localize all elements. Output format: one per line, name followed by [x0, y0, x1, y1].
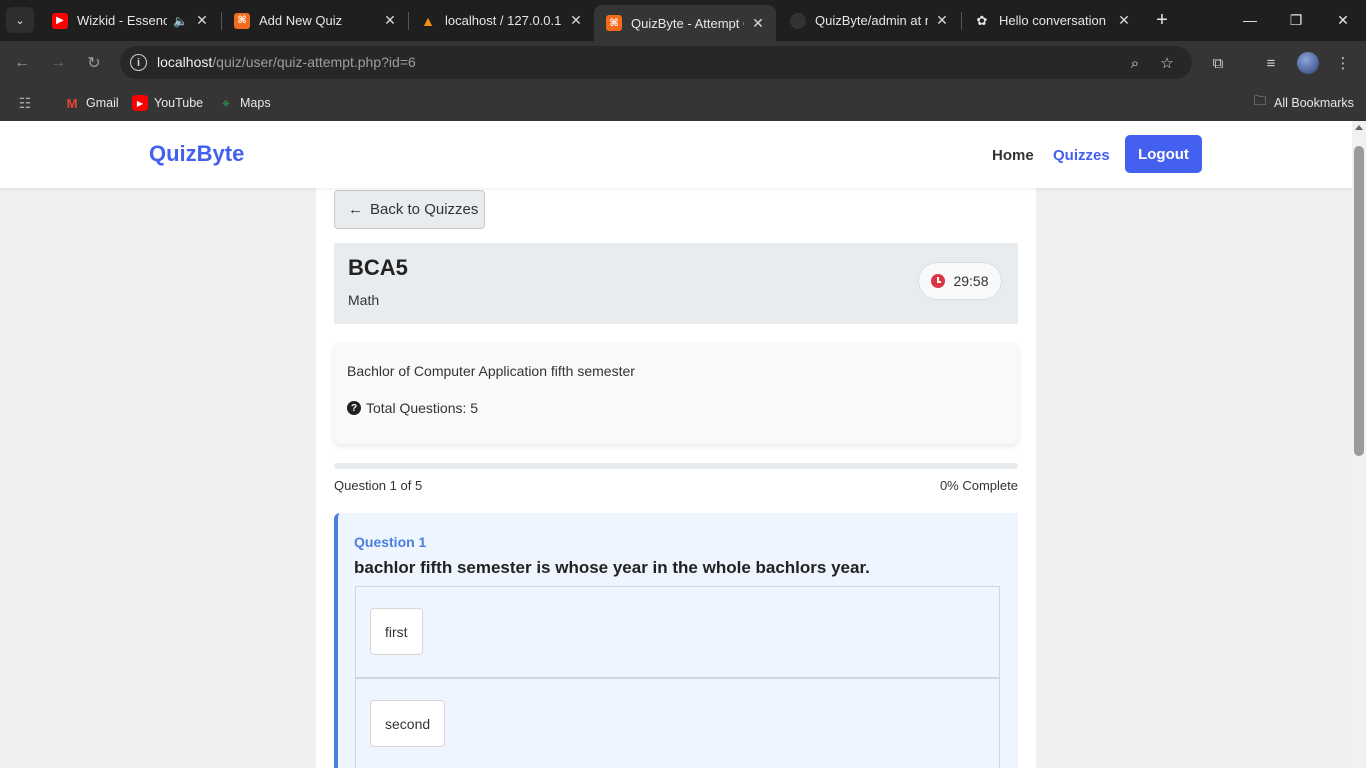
xampp-icon: ⌘	[606, 15, 622, 31]
phpmyadmin-icon: ▲	[421, 12, 435, 29]
bookmark-youtube[interactable]: ▶ YouTube	[132, 92, 203, 114]
tab-search-button[interactable]: ⌄	[6, 7, 34, 33]
quiz-subject: Math	[348, 292, 380, 308]
answer-option-label[interactable]: first	[370, 608, 423, 655]
zoom-icon[interactable]: ⌕	[1125, 53, 1145, 73]
brand-logo[interactable]: QuizByte	[149, 141, 244, 167]
folder-icon: 🗀	[1253, 93, 1267, 108]
extensions-icon[interactable]: ⧉	[1207, 52, 1229, 74]
bookmark-gmail[interactable]: M Gmail	[64, 92, 119, 114]
answer-option[interactable]: second	[355, 678, 1000, 768]
progress-text: Question 1 of 5	[334, 478, 423, 493]
close-icon[interactable]: ✕	[194, 12, 210, 29]
logout-button[interactable]: Logout	[1125, 135, 1202, 173]
quiz-description: Bachlor of Computer Application fifth se…	[347, 363, 635, 379]
tab-github[interactable]: QuizByte/admin at m ✕	[778, 4, 960, 37]
apps-icon[interactable]: ☷	[17, 92, 39, 114]
total-questions: ? Total Questions: 5	[347, 400, 478, 416]
maps-icon: ⌖	[222, 94, 230, 111]
back-arrow-icon[interactable]: ←	[10, 51, 34, 75]
scrollbar-thumb[interactable]	[1354, 146, 1364, 456]
close-icon[interactable]: ✕	[934, 12, 950, 29]
youtube-icon: ▶	[52, 12, 68, 29]
close-window-button[interactable]: ✕	[1320, 0, 1366, 40]
back-to-quizzes-button[interactable]: ← Back to Quizzes	[334, 190, 485, 229]
new-tab-button[interactable]: +	[1150, 8, 1174, 32]
youtube-icon: ▶	[132, 95, 148, 111]
page-scrollbar[interactable]	[1352, 121, 1366, 768]
quiz-container: ← Back to Quizzes BCA5 Math 29:58 Bachlo…	[316, 188, 1036, 768]
tab-chatgpt[interactable]: ✿ Hello conversation ✕	[962, 4, 1142, 37]
github-icon	[790, 12, 806, 29]
tab-quiz-attempt[interactable]: ⌘ QuizByte - Attempt Q ✕	[594, 5, 776, 41]
bookmark-star-icon[interactable]: ☆	[1157, 53, 1177, 73]
tab-youtube[interactable]: ▶ Wizkid - Essence ( 🔈 ✕	[40, 4, 220, 37]
xampp-icon: ⌘	[234, 12, 250, 29]
reload-icon[interactable]: ↻	[82, 51, 106, 75]
restore-button[interactable]: ❐	[1273, 0, 1319, 40]
site-navbar: QuizByte Home Quizzes Logout	[0, 121, 1352, 188]
profile-avatar[interactable]	[1297, 52, 1319, 74]
all-bookmarks[interactable]: 🗀 All Bookmarks	[1252, 92, 1353, 114]
url-text[interactable]: localhost/quiz/user/quiz-attempt.php?id=…	[157, 54, 416, 70]
media-control-icon[interactable]: ≡	[1260, 52, 1282, 74]
quiz-timer: 29:58	[918, 262, 1002, 300]
progress-bar	[334, 463, 1018, 469]
close-icon[interactable]: ✕	[750, 15, 766, 32]
question-circle-icon: ?	[347, 401, 361, 415]
forward-arrow-icon[interactable]: →	[46, 51, 70, 75]
bookmarks-bar: ☷ M Gmail ▶ YouTube ⌖ Maps 🗀 All Bookmar…	[0, 85, 1366, 121]
chatgpt-icon: ✿	[976, 12, 988, 28]
speaker-icon[interactable]: 🔈	[173, 14, 188, 28]
more-menu-icon[interactable]: ⋮	[1332, 52, 1354, 74]
close-icon[interactable]: ✕	[382, 12, 398, 29]
bookmark-maps[interactable]: ⌖ Maps	[218, 92, 271, 114]
gmail-icon: M	[66, 95, 78, 111]
tab-strip: ⌄ ▶ Wizkid - Essence ( 🔈 ✕ ⌘ Add New Qui…	[0, 0, 1366, 41]
close-icon[interactable]: ✕	[1116, 12, 1132, 29]
browser-toolbar: ← → ↻ i localhost/quiz/user/quiz-attempt…	[0, 41, 1366, 85]
nav-home[interactable]: Home	[992, 147, 1034, 164]
question-card: Question 1 bachlor fifth semester is who…	[334, 513, 1018, 768]
question-text: bachlor fifth semester is whose year in …	[354, 558, 870, 577]
answer-option[interactable]: first	[355, 586, 1000, 678]
page-viewport: QuizByte Home Quizzes Logout ← Back to Q…	[0, 121, 1352, 768]
tab-phpmyadmin[interactable]: ▲ localhost / 127.0.0.1 / ✕	[408, 4, 594, 37]
clock-icon	[931, 274, 946, 288]
progress-percent: 0% Complete	[939, 478, 1018, 493]
arrow-left-icon: ←	[348, 201, 363, 218]
quiz-description-card: Bachlor of Computer Application fifth se…	[334, 343, 1018, 444]
answer-option-label[interactable]: second	[370, 700, 446, 747]
nav-quizzes[interactable]: Quizzes	[1053, 147, 1110, 164]
scroll-up-icon[interactable]	[1355, 125, 1363, 130]
address-bar[interactable]: i localhost/quiz/user/quiz-attempt.php?i…	[120, 46, 1192, 79]
quiz-header: BCA5 Math 29:58	[334, 243, 1018, 324]
quiz-title: BCA5	[348, 255, 408, 280]
site-info-icon[interactable]: i	[130, 54, 147, 71]
tab-add-new-quiz[interactable]: ⌘ Add New Quiz ✕	[222, 4, 408, 37]
minimize-button[interactable]: —	[1227, 0, 1273, 40]
question-number: Question 1	[354, 534, 427, 550]
close-icon[interactable]: ✕	[568, 12, 584, 29]
